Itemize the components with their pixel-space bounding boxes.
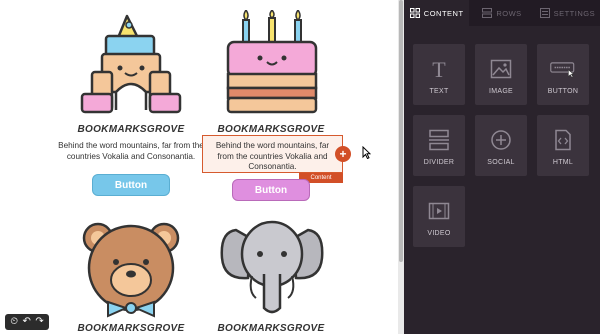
tile-label: VIDEO — [427, 230, 451, 237]
tile-social[interactable]: SOCIAL — [475, 115, 527, 176]
tile-label: SOCIAL — [487, 159, 515, 166]
image-icon — [488, 56, 514, 82]
grid-icon — [409, 8, 420, 18]
history-controls: ⏲ ↶ ↷ — [5, 314, 49, 330]
selected-text-block[interactable]: Behind the word mountains, far from the … — [202, 135, 343, 173]
card-title: BOOKMARKSGROVE — [217, 124, 325, 135]
tile-image[interactable]: IMAGE — [475, 44, 527, 105]
undo-icon[interactable]: ↶ — [23, 314, 31, 330]
text-icon: T — [426, 56, 452, 82]
card-text[interactable]: Behind the word mountains, far from the … — [203, 141, 342, 173]
social-icon — [488, 127, 514, 153]
rows-icon — [482, 8, 493, 18]
tile-text[interactable]: T TEXT — [413, 44, 465, 105]
tab-content[interactable]: CONTENT — [404, 0, 470, 26]
tile-video[interactable]: VIDEO — [413, 186, 465, 247]
product-card: BOOKMARKSGROVE — [176, 124, 366, 135]
history-icon[interactable]: ⏲ — [10, 314, 18, 330]
tile-label: IMAGE — [488, 88, 514, 95]
elephant-illustration — [220, 220, 324, 314]
button-icon — [550, 56, 576, 82]
tile-label: DIVIDER — [423, 159, 455, 166]
product-card: BOOKMARKSGROVE — [176, 323, 366, 334]
card-text[interactable]: Behind the word mountains, far from the … — [36, 141, 226, 162]
tab-rows[interactable]: ROWS — [469, 0, 534, 26]
tile-label: BUTTON — [547, 88, 579, 95]
mouse-cursor-icon — [362, 146, 371, 159]
tile-label: TEXT — [429, 88, 449, 95]
tab-label: CONTENT — [423, 8, 464, 18]
card-button[interactable]: Button — [92, 174, 170, 196]
redo-icon[interactable]: ↷ — [35, 314, 43, 330]
tile-html[interactable]: HTML — [537, 115, 589, 176]
card-button[interactable]: Button — [232, 179, 310, 201]
card-title: BOOKMARKSGROVE — [217, 323, 325, 334]
canvas-scroll-thumb[interactable] — [399, 0, 403, 262]
panel-tabbar: CONTENT ROWS SETTINGS — [404, 0, 600, 26]
move-handle-icon[interactable]: + — [335, 146, 351, 162]
castle-illustration — [80, 14, 182, 114]
tab-settings[interactable]: SETTINGS — [535, 0, 600, 26]
tile-button[interactable]: BUTTON — [537, 44, 589, 105]
svg-text:T: T — [432, 58, 446, 80]
divider-icon — [426, 127, 452, 153]
tile-label: HTML — [552, 159, 574, 166]
video-icon — [426, 198, 452, 224]
html-icon — [550, 127, 576, 153]
bear-illustration — [82, 222, 180, 318]
email-canvas[interactable]: BOOKMARKSGROVE Behind the word mountains… — [0, 0, 398, 334]
cake-illustration — [226, 10, 318, 114]
tab-label: ROWS — [496, 8, 522, 18]
side-panel: CONTENT ROWS SETTINGS T TEXT IMAGE BUTTO… — [404, 0, 600, 334]
tab-label: SETTINGS — [553, 8, 596, 18]
settings-icon — [539, 8, 550, 18]
tile-divider[interactable]: DIVIDER — [413, 115, 465, 176]
